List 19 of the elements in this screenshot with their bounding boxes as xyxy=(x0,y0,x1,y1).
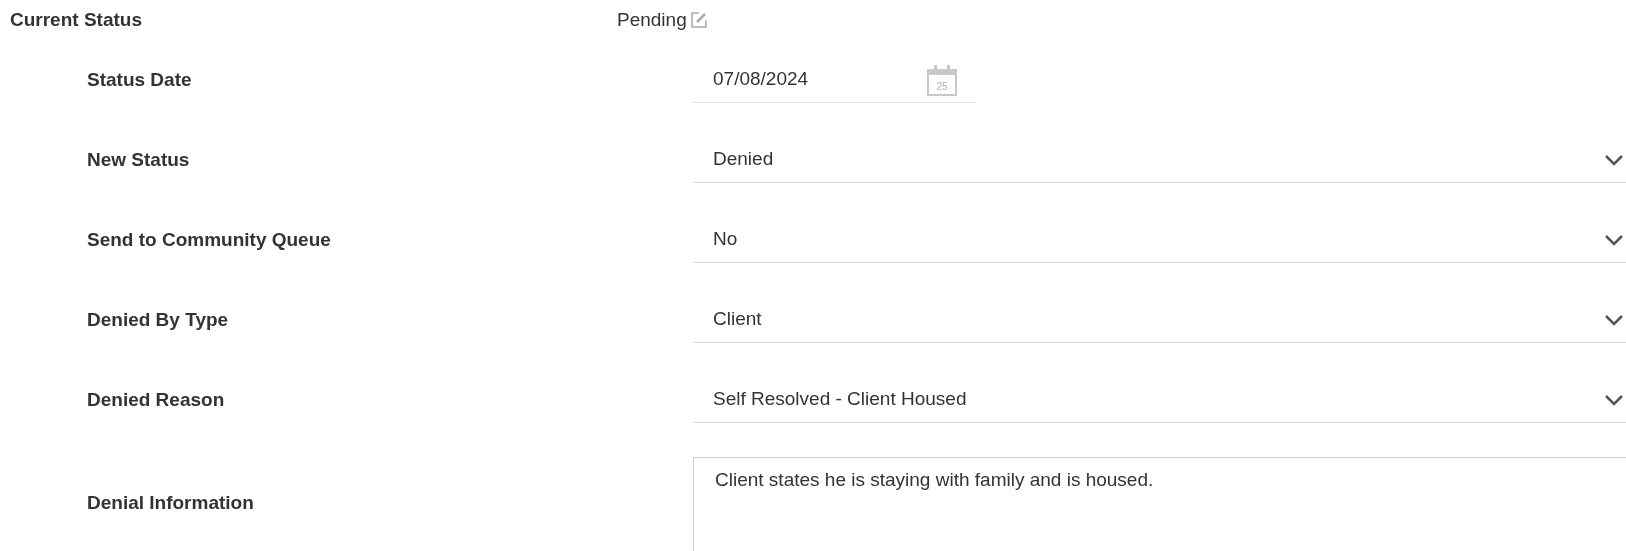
field-label: Denial Information xyxy=(86,491,255,515)
select-field[interactable]: Client xyxy=(693,297,1626,343)
field-label: Send to Community Queue xyxy=(86,227,332,252)
chevron-down-icon xyxy=(1604,313,1624,326)
chevron-down-icon xyxy=(1604,393,1624,406)
field-label: Denied By Type xyxy=(86,307,230,332)
select-field[interactable]: Denied xyxy=(693,137,1626,183)
chevron-down-icon xyxy=(1604,153,1624,166)
select-field[interactable]: No xyxy=(693,217,1626,263)
chevron-down-icon xyxy=(1604,233,1624,246)
edit-icon[interactable] xyxy=(689,11,708,29)
select-field[interactable]: Self Resolved - Client Housed xyxy=(693,377,1626,423)
status-value: Pending xyxy=(617,7,687,32)
field-label: Denied Reason xyxy=(86,387,226,412)
date-field[interactable]: 07/08/2024 25 xyxy=(693,57,975,103)
field-label: Current Status xyxy=(10,7,143,32)
field-label: Status Date xyxy=(86,67,193,92)
text-area[interactable]: Client states he is staying with family and is housed. xyxy=(693,457,1626,551)
field-label: New Status xyxy=(86,147,191,172)
